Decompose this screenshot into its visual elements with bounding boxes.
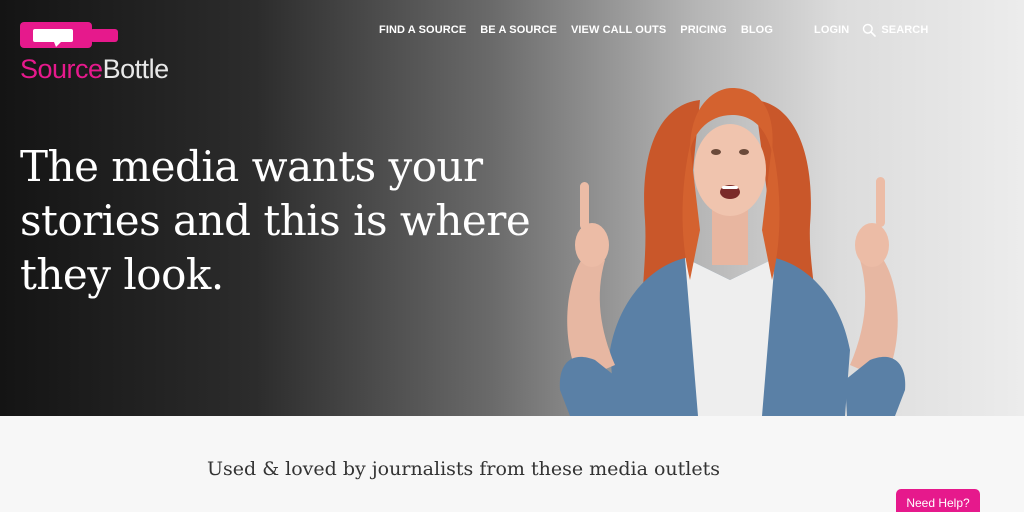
- hero-headline: The media wants your stories and this is…: [20, 142, 531, 299]
- logo-text-bottle: Bottle: [102, 54, 170, 84]
- nav-blog[interactable]: BLOG: [741, 24, 773, 36]
- hero-section: SourceBottle FIND A SOURCE BE A SOURCE V…: [0, 0, 1024, 416]
- logo-text-source: Source: [20, 54, 103, 84]
- hero-photo-woman-pointing-up: [559, 88, 906, 416]
- nav-pricing[interactable]: PRICING: [680, 24, 727, 36]
- nav-view-call-outs[interactable]: VIEW CALL OUTS: [571, 24, 666, 36]
- nav-be-a-source[interactable]: BE A SOURCE: [480, 24, 557, 36]
- sourcebottle-logo[interactable]: SourceBottle: [20, 20, 200, 85]
- media-outlets-section: Used & loved by journalists from these m…: [0, 416, 1024, 512]
- need-help-button[interactable]: Need Help?: [896, 489, 980, 512]
- main-nav: FIND A SOURCE BE A SOURCE VIEW CALL OUTS…: [379, 23, 928, 37]
- nav-login[interactable]: LOGIN: [814, 24, 849, 36]
- logo-wordmark: SourceBottle: [20, 54, 169, 85]
- media-outlets-tagline: Used & loved by journalists from these m…: [207, 458, 720, 480]
- nav-find-a-source[interactable]: FIND A SOURCE: [379, 24, 466, 36]
- nav-search-label: SEARCH: [881, 24, 929, 36]
- search-icon: [863, 23, 877, 37]
- bottle-logo-icon: [20, 22, 118, 48]
- nav-search[interactable]: SEARCH: [862, 23, 928, 37]
